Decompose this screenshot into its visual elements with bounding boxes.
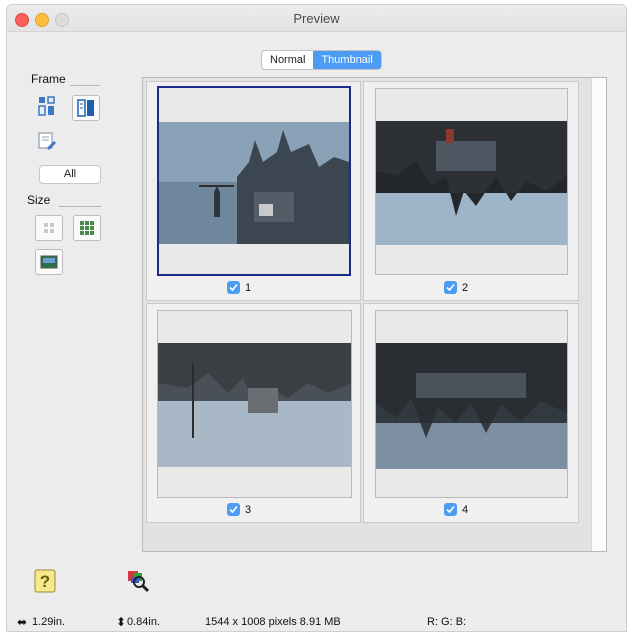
thumbnail-card-3[interactable] [157, 310, 352, 498]
thumbnail-card-2[interactable] [375, 88, 568, 275]
title-bar: Preview [7, 5, 626, 32]
thumbnail-image-4 [376, 343, 567, 469]
window-title: Preview [293, 11, 340, 26]
thumbnail-tab[interactable]: Thumbnail [313, 51, 381, 69]
thumbnail-number-1: 1 [245, 281, 252, 294]
question-mark-icon: ? [34, 569, 56, 593]
thumbnail-checkbox-4[interactable] [444, 503, 457, 516]
help-button[interactable]: ? [32, 568, 58, 594]
height-value: 0.84in. [127, 616, 161, 628]
thumbnail-panel: 1 2 3 4 [142, 77, 607, 552]
frame-layout-icon [77, 99, 94, 117]
checkmark-icon [446, 505, 455, 514]
checkmark-icon [229, 283, 238, 292]
color-picker-button[interactable] [125, 568, 151, 594]
normal-tab[interactable]: Normal [262, 51, 313, 69]
thumbnail-checkbox-2[interactable] [444, 281, 457, 294]
panel-scrollbar[interactable] [591, 78, 606, 551]
checkmark-icon [229, 505, 238, 514]
small-grid-icon [44, 223, 54, 233]
page-edit-icon [38, 132, 56, 150]
thumbnail-image-3 [158, 343, 351, 467]
magnifier-color-icon [128, 571, 150, 593]
frame-layout-button[interactable] [72, 95, 100, 121]
thumbnail-cell-1[interactable]: 1 [146, 81, 361, 301]
thumbnail-caption-4: 4 [444, 503, 468, 516]
thumbnail-cell-3[interactable]: 3 [146, 303, 361, 523]
thumbnail-card-4[interactable] [375, 310, 568, 498]
thumbnail-image-2 [376, 121, 567, 245]
thumbnail-checkbox-3[interactable] [227, 503, 240, 516]
view-toggle: Normal Thumbnail [261, 50, 382, 70]
thumbnail-number-4: 4 [462, 503, 469, 516]
thumbnail-card-1[interactable] [157, 86, 351, 276]
rgb-readout: R: G: B: [427, 616, 467, 628]
medium-thumbnail-button[interactable] [73, 215, 101, 241]
status-bar: ⬌ 1.29in. ⬍ 0.84in. 1544 x 1008 pixels 8… [7, 613, 626, 631]
select-all-button[interactable]: All [39, 165, 101, 184]
small-thumbnail-button[interactable] [35, 215, 63, 241]
size-label: Size [27, 193, 51, 207]
frame-edit-button[interactable] [33, 128, 61, 154]
svg-text:?: ? [40, 572, 50, 591]
auto-locate-button[interactable] [33, 93, 61, 119]
horizontal-arrows-icon: ⬌ [17, 615, 28, 629]
checkmark-icon [446, 283, 455, 292]
large-thumbnail-button[interactable] [35, 249, 63, 275]
thumbnail-caption-1: 1 [227, 281, 251, 294]
thumbnail-checkbox-1[interactable] [227, 281, 240, 294]
width-value: 1.29in. [32, 616, 66, 628]
frame-label: Frame [31, 72, 66, 86]
thumbnail-number-2: 2 [462, 281, 469, 294]
thumbnail-caption-2: 2 [444, 281, 468, 294]
large-image-icon [40, 255, 58, 269]
medium-grid-icon [80, 221, 94, 235]
thumbnail-number-3: 3 [245, 503, 252, 516]
thumbnail-caption-3: 3 [227, 503, 251, 516]
size-divider [59, 206, 101, 207]
thumbnail-image-1 [159, 122, 349, 244]
vertical-arrows-icon: ⬍ [116, 615, 127, 629]
image-size-info: 1544 x 1008 pixels 8.91 MB [205, 616, 341, 628]
auto-locate-icon [38, 96, 55, 116]
thumbnail-cell-4[interactable]: 4 [363, 303, 579, 523]
preview-window: Preview Normal Thumbnail Frame All Size [6, 4, 627, 632]
frame-divider [70, 85, 100, 86]
thumbnail-cell-2[interactable]: 2 [363, 81, 579, 301]
